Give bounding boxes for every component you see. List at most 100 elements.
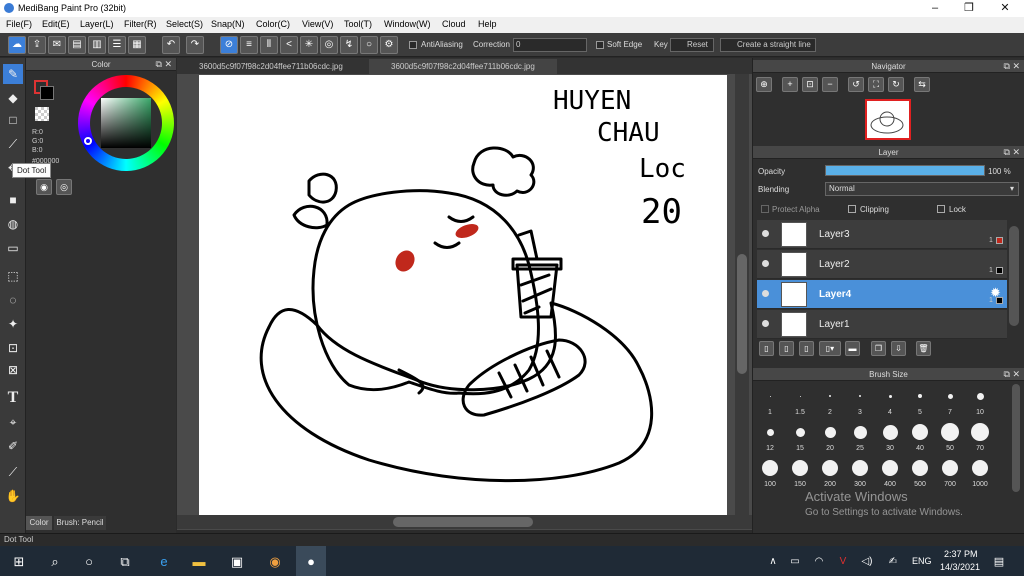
menu-tool[interactable]: Tool(T): [344, 19, 372, 29]
brush-size-cell[interactable]: 2: [815, 382, 845, 418]
brush-size-close-icon[interactable]: ⧉ ✕: [1004, 368, 1020, 381]
pen-icon[interactable]: ✍: [884, 553, 902, 571]
zoom-out-icon[interactable]: −: [822, 77, 838, 92]
zoom-fit-icon[interactable]: ⊕: [756, 77, 772, 92]
layer-row-layer1[interactable]: Layer1: [757, 310, 1007, 339]
tab-brush[interactable]: Brush: Pencil: [54, 516, 106, 530]
file-tab-2[interactable]: 3600d5c9f07f98c2d04ffee711b06cdc.jpg: [369, 59, 557, 74]
share-icon[interactable]: ⇪: [28, 36, 46, 54]
brush-size-cell[interactable]: 25: [845, 418, 875, 454]
clipping-checkbox[interactable]: [848, 205, 856, 213]
brush-size-cell[interactable]: 700: [935, 454, 965, 490]
canvas-area[interactable]: HUYEN CHAU Loc 20: [177, 74, 752, 530]
add-layer-menu-icon[interactable]: ▯▾: [819, 341, 841, 356]
snap-radial-icon[interactable]: ✳: [300, 36, 318, 54]
file-explorer-icon[interactable]: ▬: [190, 553, 208, 571]
transparent-swatch[interactable]: [35, 107, 49, 121]
rotate-left-icon[interactable]: ↺: [848, 77, 864, 92]
cortana-icon[interactable]: ○: [80, 553, 98, 571]
visibility-icon[interactable]: [762, 290, 769, 297]
new-halftone-layer-icon[interactable]: ▯: [779, 341, 794, 356]
dot-tool-icon[interactable]: ⟋: [3, 134, 23, 154]
saturation-square[interactable]: [101, 98, 151, 148]
palette-add-icon[interactable]: ◎: [56, 179, 72, 195]
divide-tool-icon[interactable]: ✐: [3, 436, 23, 456]
antialiasing-checkbox[interactable]: [409, 41, 417, 49]
menu-window[interactable]: Window(W): [384, 19, 431, 29]
navigator-close-icon[interactable]: ⧉ ✕: [1004, 60, 1020, 73]
lasso-icon[interactable]: ◌: [3, 290, 23, 310]
palette-icon[interactable]: ◉: [36, 179, 52, 195]
duplicate-layer-icon[interactable]: ❐: [871, 341, 886, 356]
snap-vertical-icon[interactable]: ⦀: [260, 36, 278, 54]
search-icon[interactable]: ⌕: [46, 553, 64, 571]
menu-file[interactable]: File(F): [6, 19, 32, 29]
brush-size-cell[interactable]: 200: [815, 454, 845, 490]
vertical-scroll-thumb[interactable]: [737, 254, 747, 374]
brush-size-cell[interactable]: 150: [785, 454, 815, 490]
brush-size-cell[interactable]: 30: [875, 418, 905, 454]
soft-edge-checkbox[interactable]: [596, 41, 604, 49]
lock-checkbox[interactable]: [937, 205, 945, 213]
gradient-tool-icon[interactable]: ▭: [3, 238, 23, 258]
brush-size-cell[interactable]: 40: [905, 418, 935, 454]
volume-icon[interactable]: ◁): [858, 553, 876, 571]
new-8bit-layer-icon[interactable]: ▯: [799, 341, 814, 356]
menu-filter[interactable]: Filter(R): [124, 19, 157, 29]
snap-ellipse-icon[interactable]: ○: [360, 36, 378, 54]
list-icon[interactable]: ☰: [108, 36, 126, 54]
brush-size-cell[interactable]: 7: [935, 382, 965, 418]
horizontal-scroll-thumb[interactable]: [393, 517, 533, 527]
hand-tool-icon[interactable]: ✋: [3, 486, 23, 506]
brush-size-cell[interactable]: 5: [905, 382, 935, 418]
grid-icon[interactable]: ▦: [128, 36, 146, 54]
brush-size-cell[interactable]: 1000: [965, 454, 995, 490]
vertical-scrollbar[interactable]: [735, 74, 749, 515]
operation-tool-icon[interactable]: ⌖: [3, 412, 23, 432]
brush-size-cell[interactable]: 12: [755, 418, 785, 454]
chat-icon[interactable]: ▤: [68, 36, 86, 54]
brush-size-cell[interactable]: 15: [785, 418, 815, 454]
straight-line-button[interactable]: Create a straight line: [720, 38, 816, 52]
rotate-right-icon[interactable]: ↻: [888, 77, 904, 92]
blending-select[interactable]: Normal: [825, 182, 1019, 196]
brush-size-cell[interactable]: 10: [965, 382, 995, 418]
undo-icon[interactable]: ↶: [162, 36, 180, 54]
magic-wand-icon[interactable]: ✦: [3, 314, 23, 334]
visibility-icon[interactable]: [762, 230, 769, 237]
drawing-canvas[interactable]: HUYEN CHAU Loc 20: [199, 75, 727, 516]
panel-close-icon[interactable]: ⧉ ✕: [156, 58, 172, 71]
brush-size-cell[interactable]: 500: [905, 454, 935, 490]
select-rect-icon[interactable]: ⬚: [3, 266, 23, 286]
snap-vanish-icon[interactable]: <: [280, 36, 298, 54]
chevron-up-icon[interactable]: ∧: [764, 553, 782, 571]
snap-circle-icon[interactable]: ◎: [320, 36, 338, 54]
reset-button[interactable]: Reset: [670, 38, 714, 52]
brush-size-cell[interactable]: 3: [845, 382, 875, 418]
snap-curve-icon[interactable]: ↯: [340, 36, 358, 54]
layer-scrollbar[interactable]: [1009, 226, 1019, 326]
menu-select[interactable]: Select(S): [166, 19, 203, 29]
menu-edit[interactable]: Edit(E): [42, 19, 70, 29]
folder-icon[interactable]: ▬: [845, 341, 860, 356]
battery-icon[interactable]: ▭: [786, 553, 804, 571]
store-icon[interactable]: ▣: [228, 553, 246, 571]
brush-size-scrollbar[interactable]: [1012, 384, 1020, 492]
brush-size-cell[interactable]: 70: [965, 418, 995, 454]
cloud-icon[interactable]: ☁: [8, 36, 26, 54]
layer-row-layer4[interactable]: Layer4 ✹ 1: [757, 280, 1007, 309]
horizontal-scrollbar[interactable]: [177, 515, 752, 529]
layer-row-layer3[interactable]: Layer3 1: [757, 220, 1007, 249]
new-layer-icon[interactable]: ▯: [759, 341, 774, 356]
page-icon[interactable]: ▥: [88, 36, 106, 54]
menu-help[interactable]: Help: [478, 19, 497, 29]
maximize-button[interactable]: ❐: [952, 0, 986, 17]
close-window-button[interactable]: ✕: [988, 0, 1022, 17]
eyedropper-icon[interactable]: ⟋: [3, 462, 23, 482]
brush-size-cell[interactable]: 400: [875, 454, 905, 490]
brush-size-cell[interactable]: 100: [755, 454, 785, 490]
snap-settings-icon[interactable]: ⚙: [380, 36, 398, 54]
snap-parallel-icon[interactable]: ≡: [240, 36, 258, 54]
notification-icon[interactable]: ▤: [990, 553, 1008, 571]
language-indicator[interactable]: ENG: [912, 556, 932, 566]
